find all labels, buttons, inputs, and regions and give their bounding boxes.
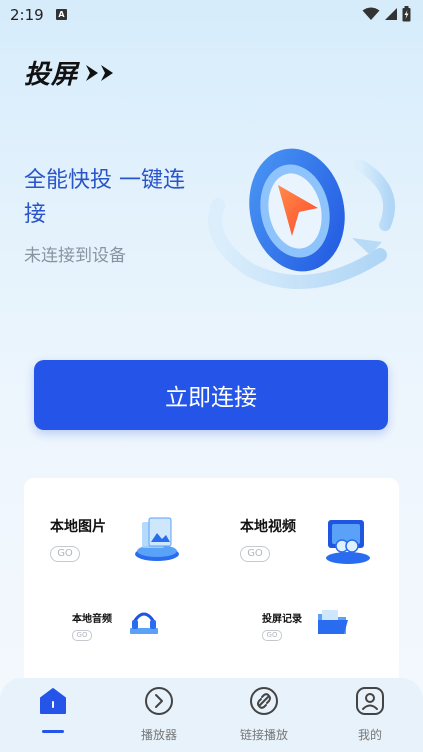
connect-now-button[interactable]: 立即连接	[34, 360, 388, 430]
nav-label: 播放器	[140, 728, 177, 742]
headphones-icon	[130, 612, 158, 634]
nav-label: 链接播放	[239, 728, 288, 742]
battery-icon	[402, 6, 411, 22]
folder-icon	[318, 610, 348, 634]
nav-item-home[interactable]	[0, 678, 106, 752]
home-icon	[40, 688, 66, 714]
go-badge[interactable]: GO	[262, 630, 282, 641]
play-circle-icon	[145, 687, 173, 715]
feature-title: 投屏记录	[262, 614, 302, 625]
bottom-nav: 播放器 链接播放 我的	[0, 678, 423, 752]
active-indicator	[42, 730, 64, 733]
feature-local-photos[interactable]: 本地图片 GO	[50, 516, 200, 576]
go-badge[interactable]: GO	[240, 546, 270, 562]
wifi-icon	[362, 7, 380, 20]
feature-local-audio[interactable]: 本地音频 GO	[72, 610, 192, 650]
status-time: 2:19	[10, 6, 44, 24]
double-chevron-right-icon	[86, 64, 114, 81]
logo-text: 投屏	[24, 60, 79, 90]
go-badge[interactable]: GO	[72, 630, 92, 641]
app-logo: 投屏	[24, 54, 118, 91]
nav-item-link-play[interactable]: 链接播放	[211, 678, 317, 752]
nav-label: 我的	[357, 728, 382, 742]
feature-cast-history[interactable]: 投屏记录 GO	[262, 610, 382, 650]
feature-title: 本地图片	[50, 519, 106, 535]
profile-icon	[356, 687, 384, 715]
signal-icon	[385, 8, 397, 20]
status-icons	[362, 6, 411, 22]
video-screen-icon	[326, 520, 370, 564]
features-card: 本地图片 GO 本地视频 GO 本地音频 GO 投屏记录 GO	[24, 478, 399, 688]
notification-icon: A	[56, 9, 67, 20]
status-bar: 2:19 A	[0, 0, 423, 30]
cast-target-illustration	[208, 148, 395, 289]
feature-title: 本地视频	[240, 519, 296, 535]
photo-stack-icon	[135, 517, 179, 561]
feature-local-videos[interactable]: 本地视频 GO	[240, 516, 390, 576]
feature-title: 本地音频	[72, 614, 112, 625]
nav-item-player[interactable]: 播放器	[106, 678, 212, 752]
hero-title: 全能快投 一键连接	[24, 168, 185, 227]
go-badge[interactable]: GO	[50, 546, 80, 562]
nav-item-profile[interactable]: 我的	[317, 678, 423, 752]
connection-status: 未连接到设备	[24, 246, 126, 266]
link-icon	[250, 687, 278, 715]
